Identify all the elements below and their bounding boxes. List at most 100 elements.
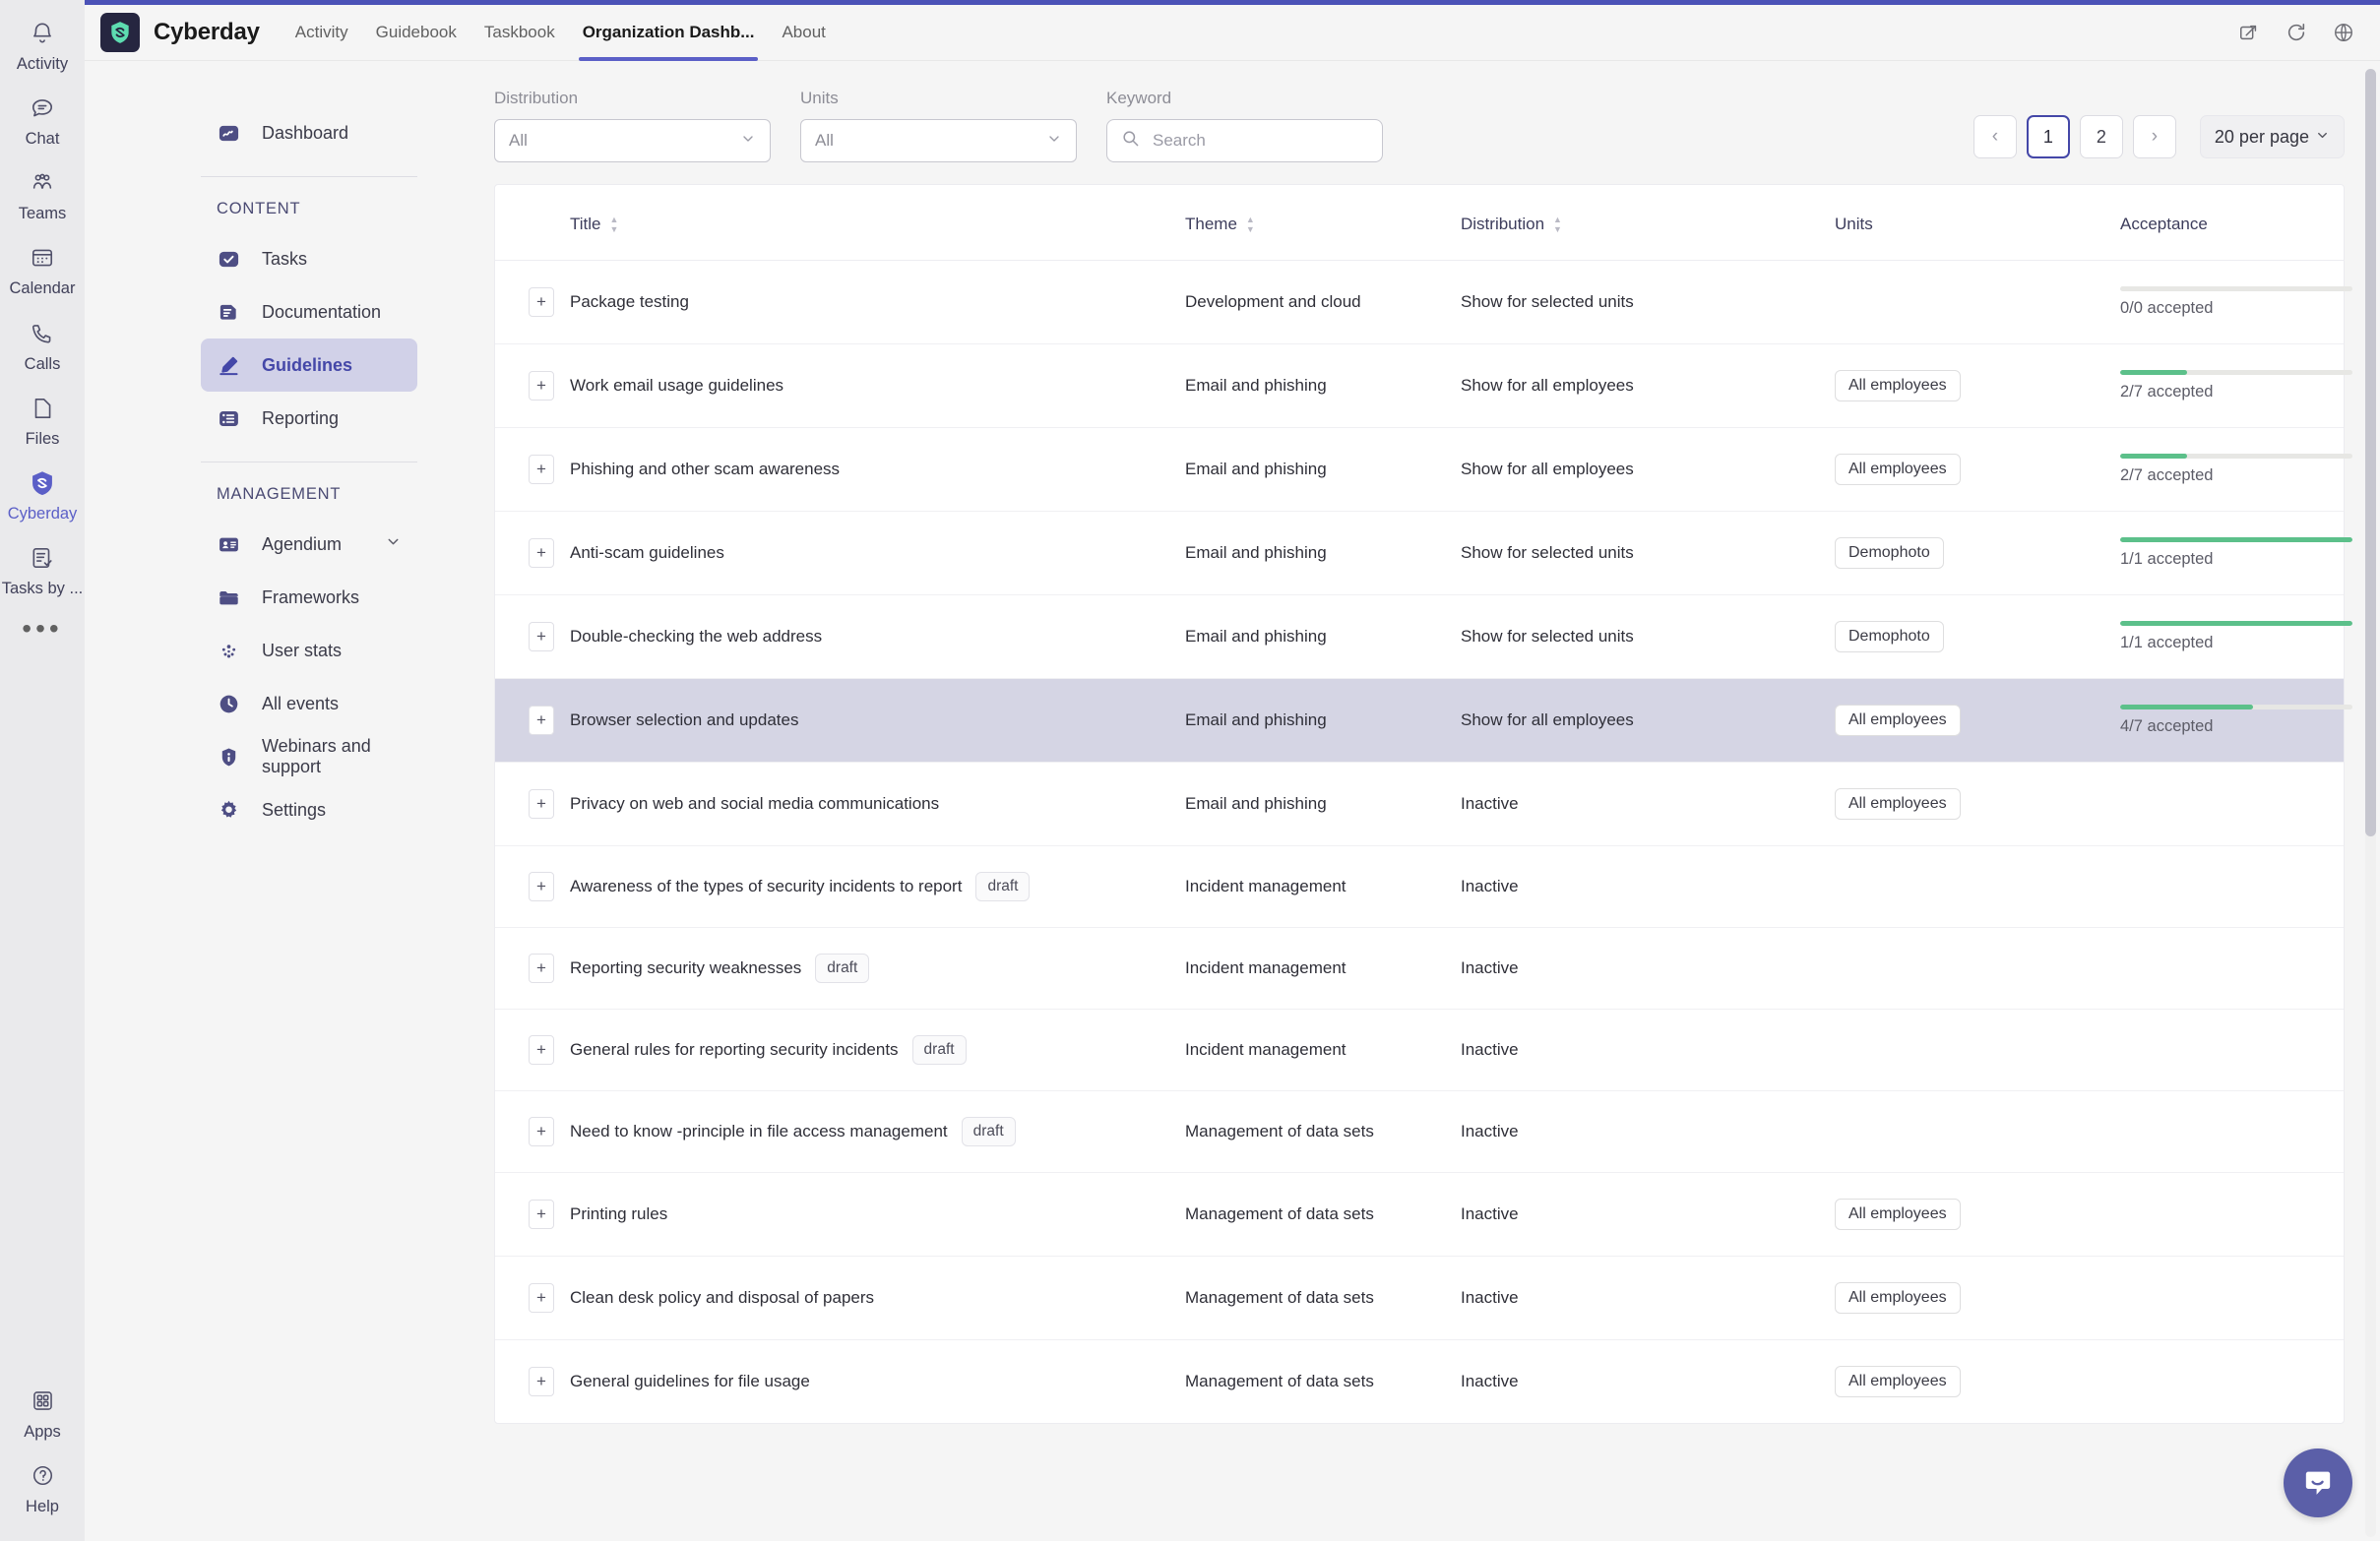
sidebar-item-documentation[interactable]: Documentation xyxy=(201,285,417,339)
rail-item-label: Calendar xyxy=(9,279,76,298)
search-box[interactable] xyxy=(1106,119,1383,162)
scrollbar-thumb[interactable] xyxy=(2365,69,2376,836)
expand-row-button[interactable]: + xyxy=(529,455,554,484)
table-row[interactable]: + Phishing and other scam awareness Emai… xyxy=(495,427,2352,512)
keyword-filter: Keyword xyxy=(1106,89,1383,162)
table-row[interactable]: + General rules for reporting security i… xyxy=(495,1009,2344,1091)
sidebar-item-reporting[interactable]: Reporting xyxy=(201,392,417,445)
per-page-select[interactable]: 20 per page xyxy=(2199,115,2345,158)
table-row[interactable]: + Double-checking the web address Email … xyxy=(495,594,2352,679)
rail-item-help[interactable]: Help xyxy=(0,1449,85,1523)
vertical-scrollbar[interactable] xyxy=(2365,69,2376,1537)
refresh-icon[interactable] xyxy=(2286,22,2307,43)
table-row[interactable]: + Awareness of the types of security inc… xyxy=(495,845,2344,928)
sidebar-item-label: All events xyxy=(262,693,340,713)
tab-organization-dashb[interactable]: Organization Dashb... xyxy=(569,5,769,61)
tab-guidebook[interactable]: Guidebook xyxy=(362,5,470,61)
units-select[interactable]: All xyxy=(800,119,1077,162)
row-acceptance-cell: 4/7 accepted xyxy=(2120,678,2352,763)
row-title-cell: Phishing and other scam awareness xyxy=(570,427,1185,512)
table-row[interactable]: + Work email usage guidelines Email and … xyxy=(495,343,2352,428)
expand-row-button[interactable]: + xyxy=(529,1283,554,1313)
chevron-down-icon[interactable] xyxy=(385,533,402,555)
sidebar-item-agendium[interactable]: Agendium xyxy=(201,518,417,571)
expand-row-button[interactable]: + xyxy=(529,1117,554,1146)
expand-row-button[interactable]: + xyxy=(529,706,554,735)
expand-row-button[interactable]: + xyxy=(529,1200,554,1229)
row-title: Awareness of the types of security incid… xyxy=(570,877,963,895)
tab-taskbook[interactable]: Taskbook xyxy=(470,5,569,61)
globe-icon[interactable] xyxy=(2333,22,2354,43)
row-theme-cell: Email and phishing xyxy=(1185,511,1461,595)
sidebar-item-settings[interactable]: Settings xyxy=(201,783,417,836)
rail-item-activity[interactable]: Activity xyxy=(0,6,85,81)
table-row[interactable]: + Clean desk policy and disposal of pape… xyxy=(495,1256,2344,1340)
rail-item-tasks-by[interactable]: Tasks by ... xyxy=(0,530,85,605)
units-filter: Units All xyxy=(800,89,1077,162)
row-acceptance-cell xyxy=(2120,1256,2344,1340)
distribution-select[interactable]: All xyxy=(494,119,771,162)
tab-activity[interactable]: Activity xyxy=(282,5,362,61)
table-row[interactable]: + Printing rules Management of data sets… xyxy=(495,1172,2344,1257)
table-row[interactable]: + Reporting security weaknesses draft In… xyxy=(495,927,2344,1010)
sidebar-item-label: Frameworks xyxy=(262,586,360,607)
pagination-page-1[interactable]: 1 xyxy=(2026,115,2070,158)
table-row[interactable]: + Anti-scam guidelines Email and phishin… xyxy=(495,511,2352,595)
rail-more-button[interactable]: ••• xyxy=(22,605,62,643)
rail-item-calendar[interactable]: Calendar xyxy=(0,230,85,305)
chat-bubble-icon[interactable] xyxy=(2284,1449,2352,1517)
expand-row-button[interactable]: + xyxy=(529,872,554,901)
expand-row-button[interactable]: + xyxy=(529,538,554,568)
tab-about[interactable]: About xyxy=(768,5,839,61)
column-header-distribution[interactable]: Distribution ▲ ▼ xyxy=(1461,185,1835,261)
rail-bottom-group: Apps Help xyxy=(0,1374,85,1523)
popout-icon[interactable] xyxy=(2238,22,2260,43)
sidebar-item-user-stats[interactable]: User stats xyxy=(201,624,417,677)
progress-bar-fill xyxy=(2120,370,2188,375)
rail-item-cyberday[interactable]: Cyberday xyxy=(0,456,85,530)
rail-item-files[interactable]: Files xyxy=(0,381,85,456)
table-row[interactable]: + General guidelines for file usage Mana… xyxy=(495,1340,2344,1424)
sidebar-item-webinars-and-support[interactable]: Webinars and support xyxy=(201,730,417,783)
sidebar-item-frameworks[interactable]: Frameworks xyxy=(201,571,417,624)
rail-item-teams[interactable]: Teams xyxy=(0,155,85,230)
sidebar-item-label: Settings xyxy=(262,799,327,820)
table-row[interactable]: + Browser selection and updates Email an… xyxy=(495,678,2352,763)
column-header-title[interactable]: Title ▲ ▼ xyxy=(570,185,1185,261)
expand-row-button[interactable]: + xyxy=(529,622,554,651)
search-input[interactable] xyxy=(1153,131,1368,151)
expand-row-button[interactable]: + xyxy=(529,954,554,983)
row-acceptance-cell xyxy=(2120,1090,2344,1173)
table-row[interactable]: + Need to know -principle in file access… xyxy=(495,1090,2344,1173)
rail-item-chat[interactable]: Chat xyxy=(0,81,85,155)
row-theme-cell: Management of data sets xyxy=(1185,1256,1461,1340)
sidebar-item-dashboard[interactable]: Dashboard xyxy=(201,106,417,159)
rail-item-calls[interactable]: Calls xyxy=(0,306,85,381)
info-shield-icon xyxy=(217,745,240,769)
rail-item-apps[interactable]: Apps xyxy=(0,1374,85,1449)
acceptance-progress: 2/7 accepted xyxy=(2120,454,2352,485)
row-title-cell: Double-checking the web address xyxy=(570,594,1185,679)
expand-row-button[interactable]: + xyxy=(529,287,554,317)
expand-row-button[interactable]: + xyxy=(529,789,554,819)
row-units-cell xyxy=(1835,1009,2120,1091)
row-expand-cell: + xyxy=(495,343,570,428)
sidebar-item-all-events[interactable]: All events xyxy=(201,677,417,730)
expand-row-button[interactable]: + xyxy=(529,1035,554,1065)
sort-arrows-icon[interactable]: ▲ ▼ xyxy=(1246,215,1255,233)
expand-row-button[interactable]: + xyxy=(529,1367,554,1396)
row-acceptance-cell xyxy=(2120,845,2344,928)
column-header-theme[interactable]: Theme ▲ ▼ xyxy=(1185,185,1461,261)
pagination-prev-button[interactable]: ‹ xyxy=(1973,115,2017,158)
expand-row-button[interactable]: + xyxy=(529,371,554,401)
table-row[interactable]: + Package testing Development and cloud … xyxy=(495,260,2352,344)
sort-arrows-icon[interactable]: ▲ ▼ xyxy=(1553,215,1562,233)
content-area: Distribution All Units All Keyword Searc… xyxy=(469,61,2380,1541)
pagination-next-button[interactable]: › xyxy=(2132,115,2176,158)
sort-arrows-icon[interactable]: ▲ ▼ xyxy=(610,215,619,233)
sidebar-item-guidelines[interactable]: Guidelines xyxy=(201,339,417,392)
table-row[interactable]: + Privacy on web and social media commun… xyxy=(495,762,2344,846)
sidebar-item-tasks[interactable]: Tasks xyxy=(201,232,417,285)
gear-icon xyxy=(217,798,240,822)
pagination-page-2[interactable]: 2 xyxy=(2079,115,2123,158)
